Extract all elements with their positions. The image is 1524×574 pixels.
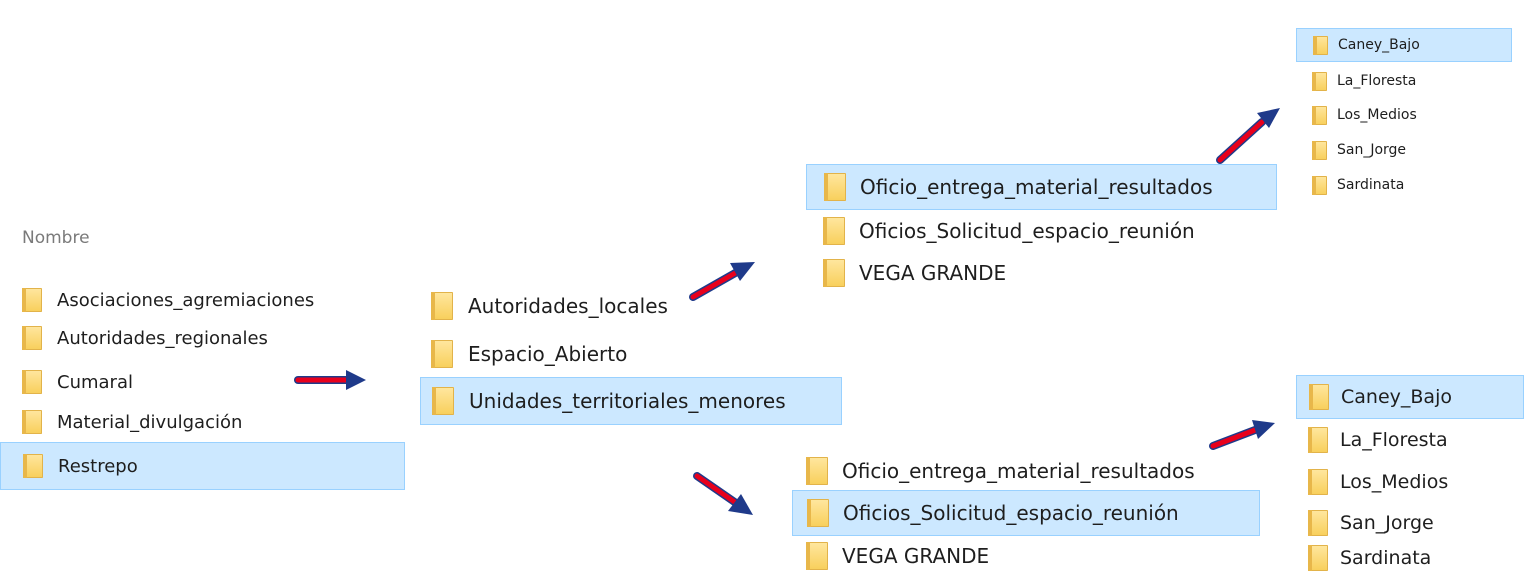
folder-label: Autoridades_locales bbox=[468, 294, 668, 318]
folder-item-san-jorge[interactable]: San_Jorge bbox=[1296, 133, 1512, 167]
folder-item-oficio-entrega[interactable]: Oficio_entrega_material_resultados bbox=[806, 164, 1277, 210]
folder-item-sardinata[interactable]: Sardinata bbox=[1296, 168, 1512, 202]
folder-label: Oficio_entrega_material_resultados bbox=[842, 459, 1195, 483]
folder-label: Autoridades_regionales bbox=[57, 327, 268, 349]
arrow-c-to-e bbox=[1216, 108, 1280, 164]
folder-label: Los_Medios bbox=[1340, 470, 1449, 493]
folder-item-caney-bajo[interactable]: Caney_Bajo bbox=[1296, 28, 1512, 62]
folder-label: Cumaral bbox=[57, 371, 133, 393]
folder-item-los-medios[interactable]: Los_Medios bbox=[1296, 461, 1524, 502]
folder-label: Oficios_Solicitud_espacio_reunión bbox=[859, 219, 1195, 243]
folder-icon bbox=[22, 288, 42, 312]
folder-item-vega-grande[interactable]: VEGA GRANDE bbox=[806, 252, 1277, 294]
folder-item-los-medios[interactable]: Los_Medios bbox=[1296, 98, 1512, 132]
folder-label: San_Jorge bbox=[1337, 142, 1407, 158]
folder-label: Sardinata bbox=[1340, 546, 1432, 569]
folder-item-la-floresta[interactable]: La_Floresta bbox=[1296, 419, 1524, 460]
folder-list-autoridades-locales: Oficio_entrega_material_resultados Ofici… bbox=[806, 162, 1281, 304]
folder-icon bbox=[22, 410, 42, 434]
folder-label: Unidades_territoriales_menores bbox=[469, 389, 786, 413]
folder-icon bbox=[824, 173, 846, 201]
folder-icon bbox=[432, 387, 454, 415]
folder-item-autoridades-locales[interactable]: Autoridades_locales bbox=[420, 285, 842, 327]
folder-item-vega-grande[interactable]: VEGA GRANDE bbox=[792, 538, 1260, 574]
folder-label: Caney_Bajo bbox=[1338, 37, 1420, 53]
folder-icon bbox=[807, 499, 829, 527]
folder-label: Sardinata bbox=[1337, 177, 1405, 193]
folder-label: Asociaciones_agremiaciones bbox=[57, 289, 315, 311]
folder-label: San_Jorge bbox=[1340, 511, 1434, 534]
folder-label: La_Floresta bbox=[1340, 428, 1448, 451]
folder-icon bbox=[431, 340, 453, 368]
folder-icon bbox=[1308, 426, 1328, 453]
folder-icon bbox=[823, 217, 845, 245]
folder-label: Restrepo bbox=[58, 455, 138, 477]
folder-list-oficios-solicitud: Caney_Bajo La_Floresta Los_Medios San_Jo… bbox=[1296, 375, 1524, 573]
folder-list-restrepo: Autoridades_locales Espacio_Abierto Unid… bbox=[420, 285, 845, 435]
arrow-d-to-f bbox=[1209, 420, 1275, 450]
folder-icon bbox=[806, 457, 828, 485]
folder-icon bbox=[1308, 544, 1328, 571]
folder-icon bbox=[1312, 105, 1327, 125]
folder-item-restrepo[interactable]: Restrepo bbox=[0, 442, 405, 490]
folder-item-material-divulgacion[interactable]: Material_divulgación bbox=[0, 404, 405, 440]
folder-icon bbox=[1312, 140, 1327, 160]
folder-label: Oficios_Solicitud_espacio_reunión bbox=[843, 501, 1179, 525]
folder-label: Los_Medios bbox=[1337, 107, 1417, 123]
folder-item-espacio-abierto[interactable]: Espacio_Abierto bbox=[420, 333, 842, 375]
folder-label: Caney_Bajo bbox=[1341, 386, 1452, 408]
folder-item-asociaciones[interactable]: Asociaciones_agremiaciones bbox=[0, 282, 405, 318]
folder-icon bbox=[22, 326, 42, 350]
folder-list-unidades-territoriales: Oficio_entrega_material_resultados Ofici… bbox=[792, 450, 1267, 573]
folder-label: Oficio_entrega_material_resultados bbox=[860, 175, 1213, 199]
folder-icon bbox=[431, 292, 453, 320]
folder-label: Espacio_Abierto bbox=[468, 342, 628, 366]
folder-item-oficios-solicitud[interactable]: Oficios_Solicitud_espacio_reunión bbox=[792, 490, 1260, 536]
folder-list-root: Nombre Asociaciones_agremiaciones Autori… bbox=[0, 228, 410, 498]
arrow-b-to-d bbox=[693, 472, 753, 515]
folder-item-caney-bajo[interactable]: Caney_Bajo bbox=[1296, 375, 1524, 419]
folder-item-la-floresta[interactable]: La_Floresta bbox=[1296, 64, 1512, 98]
folder-label: La_Floresta bbox=[1337, 73, 1417, 89]
folder-list-oficio-entrega: Caney_Bajo La_Floresta Los_Medios San_Jo… bbox=[1296, 26, 1516, 214]
folder-icon bbox=[1308, 468, 1328, 495]
folder-icon bbox=[823, 259, 845, 287]
folder-item-oficios-solicitud[interactable]: Oficios_Solicitud_espacio_reunión bbox=[806, 210, 1277, 252]
folder-item-autoridades-regionales[interactable]: Autoridades_regionales bbox=[0, 320, 405, 356]
folder-icon bbox=[806, 542, 828, 570]
column-header-name[interactable]: Nombre bbox=[22, 228, 90, 248]
folder-icon bbox=[1312, 71, 1327, 91]
folder-icon bbox=[1309, 384, 1329, 410]
folder-icon bbox=[1308, 509, 1328, 536]
folder-item-oficio-entrega[interactable]: Oficio_entrega_material_resultados bbox=[792, 450, 1260, 492]
folder-item-unidades-territoriales[interactable]: Unidades_territoriales_menores bbox=[420, 377, 842, 425]
folder-icon bbox=[1312, 175, 1327, 195]
folder-icon bbox=[22, 370, 42, 394]
folder-icon bbox=[1313, 35, 1328, 55]
folder-item-san-jorge[interactable]: San_Jorge bbox=[1296, 502, 1524, 543]
folder-label: VEGA GRANDE bbox=[859, 261, 1007, 285]
folder-item-cumaral[interactable]: Cumaral bbox=[0, 364, 405, 400]
folder-label: Material_divulgación bbox=[57, 411, 243, 433]
folder-item-sardinata[interactable]: Sardinata bbox=[1296, 542, 1524, 573]
folder-label: VEGA GRANDE bbox=[842, 544, 990, 568]
folder-icon bbox=[23, 454, 43, 478]
